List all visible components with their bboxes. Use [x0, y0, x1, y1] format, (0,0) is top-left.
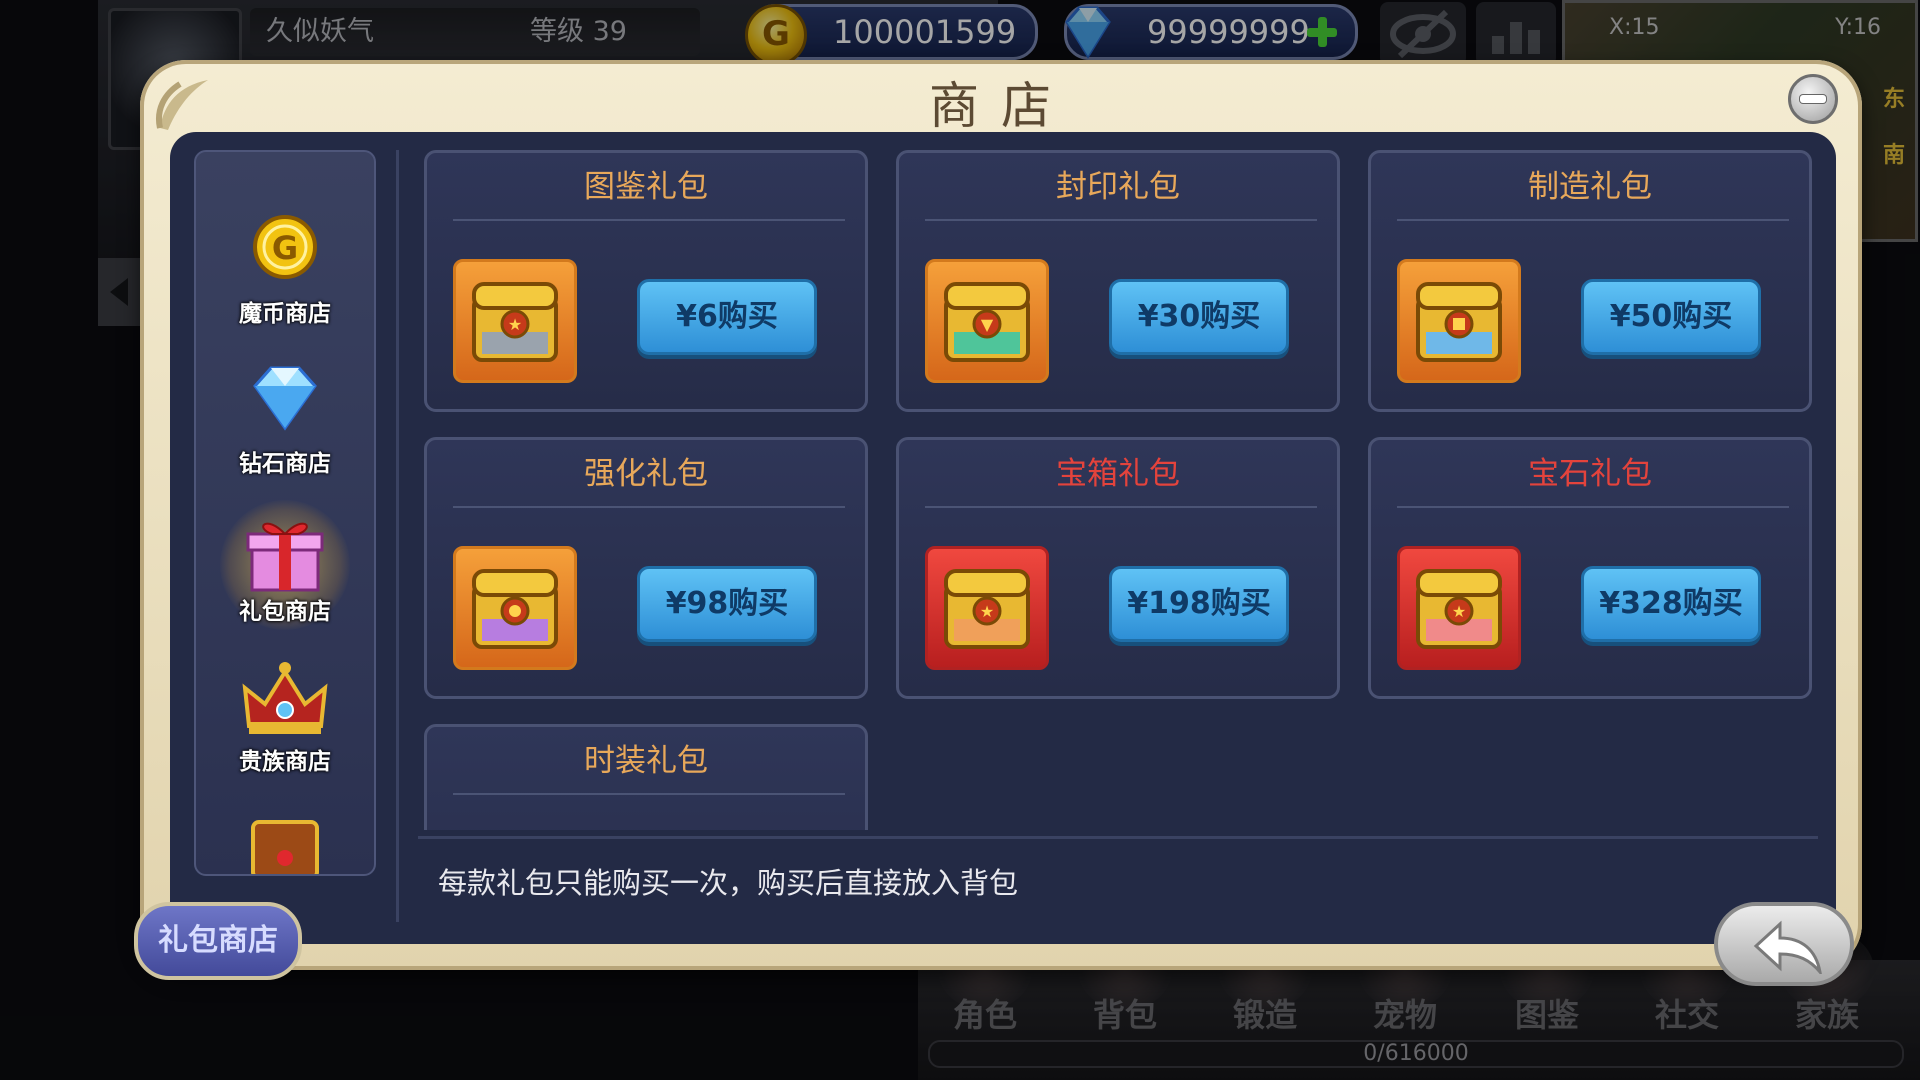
gift-pack-name: 宝箱礼包 — [1056, 456, 1180, 492]
purchase-notice: 每款礼包只能购买一次，购买后直接放入背包 — [438, 866, 1019, 900]
category-gift-shop[interactable]: 礼包商店 — [196, 500, 374, 632]
shop-dialog: 商店 G 魔币商店 钻石商店 礼包商店 贵族商店 图鉴礼包 ★ ¥6购买 封印礼… — [134, 60, 1862, 986]
card-divider — [925, 219, 1317, 221]
category-label: 魔币商店 — [239, 301, 331, 327]
vertical-divider — [396, 150, 399, 922]
card-divider — [453, 506, 845, 508]
gift-pack-card: 宝石礼包 ★ ¥328购买 — [1368, 437, 1812, 699]
gift-pack-card: 封印礼包 ▼ ¥30购买 — [896, 150, 1340, 412]
gift-pack-name: 制造礼包 — [1528, 169, 1652, 205]
svg-text:★: ★ — [1452, 602, 1466, 621]
gift-pack-card: 图鉴礼包 ★ ¥6购买 — [424, 150, 868, 412]
category-label: 贵族商店 — [239, 749, 331, 775]
card-divider — [453, 793, 845, 795]
gift-pack-card: 制造礼包 ¥50购买 — [1368, 150, 1812, 412]
svg-text:★: ★ — [508, 315, 522, 334]
gift-pack-name: 封印礼包 — [1056, 169, 1180, 205]
gift-pack-chest-icon — [1397, 259, 1521, 383]
gift-pack-name: 宝石礼包 — [1528, 456, 1652, 492]
gift-pack-chest-icon: ★ — [925, 546, 1049, 670]
gift-pack-chest-icon: ★ — [1397, 546, 1521, 670]
treasure-chest-icon — [251, 820, 319, 874]
crown-icon — [242, 662, 328, 734]
buy-button[interactable]: ¥30购买 — [1109, 279, 1289, 355]
back-button[interactable] — [1714, 902, 1854, 986]
current-shop-tab: 礼包商店 — [134, 902, 302, 980]
gift-pack-chest-icon: ▼ — [925, 259, 1049, 383]
gift-pack-chest-icon: ★ — [453, 259, 577, 383]
gift-box-icon — [246, 522, 324, 592]
buy-button[interactable]: ¥98购买 — [637, 566, 817, 642]
card-divider — [453, 219, 845, 221]
category-noble-shop[interactable]: 贵族商店 — [196, 652, 374, 782]
category-label: 钻石商店 — [239, 451, 331, 477]
gold-coin-icon: G — [253, 215, 317, 279]
buy-button[interactable]: ¥328购买 — [1581, 566, 1761, 642]
gift-pack-name: 强化礼包 — [584, 456, 708, 492]
gift-pack-chest-icon — [453, 546, 577, 670]
buy-button[interactable]: ¥6购买 — [637, 279, 817, 355]
card-divider — [1397, 219, 1789, 221]
gift-pack-card: 宝箱礼包 ★ ¥198购买 — [896, 437, 1340, 699]
category-gold-shop[interactable]: G 魔币商店 — [196, 204, 374, 334]
card-divider — [1397, 506, 1789, 508]
minimize-button[interactable] — [1788, 74, 1838, 124]
category-label: 礼包商店 — [239, 599, 331, 625]
svg-text:★: ★ — [980, 602, 994, 621]
category-diamond-shop[interactable]: 钻石商店 — [196, 354, 374, 484]
svg-text:▼: ▼ — [981, 315, 994, 334]
shop-title: 商店 — [929, 77, 1073, 135]
shop-category-list[interactable]: G 魔币商店 钻石商店 礼包商店 贵族商店 — [194, 150, 376, 876]
notice-divider — [418, 836, 1818, 839]
buy-button[interactable]: ¥50购买 — [1581, 279, 1761, 355]
card-divider — [925, 506, 1317, 508]
gift-pack-card: 强化礼包 ¥98购买 — [424, 437, 868, 699]
category-treasure-shop[interactable] — [196, 804, 374, 874]
gift-pack-grid: 图鉴礼包 ★ ¥6购买 封印礼包 ▼ ¥30购买 制造礼包 ¥50购买 强化礼包… — [424, 150, 1824, 830]
diamond-icon — [253, 366, 317, 431]
buy-button[interactable]: ¥198购买 — [1109, 566, 1289, 642]
return-arrow-icon — [1753, 920, 1822, 974]
gift-pack-name: 图鉴礼包 — [584, 169, 708, 205]
svg-text:G: G — [272, 229, 298, 267]
gift-pack-card: 时装礼包 — [424, 724, 868, 830]
shop-content-panel: G 魔币商店 钻石商店 礼包商店 贵族商店 图鉴礼包 ★ ¥6购买 封印礼包 ▼… — [170, 132, 1836, 944]
gift-pack-name: 时装礼包 — [584, 743, 708, 779]
